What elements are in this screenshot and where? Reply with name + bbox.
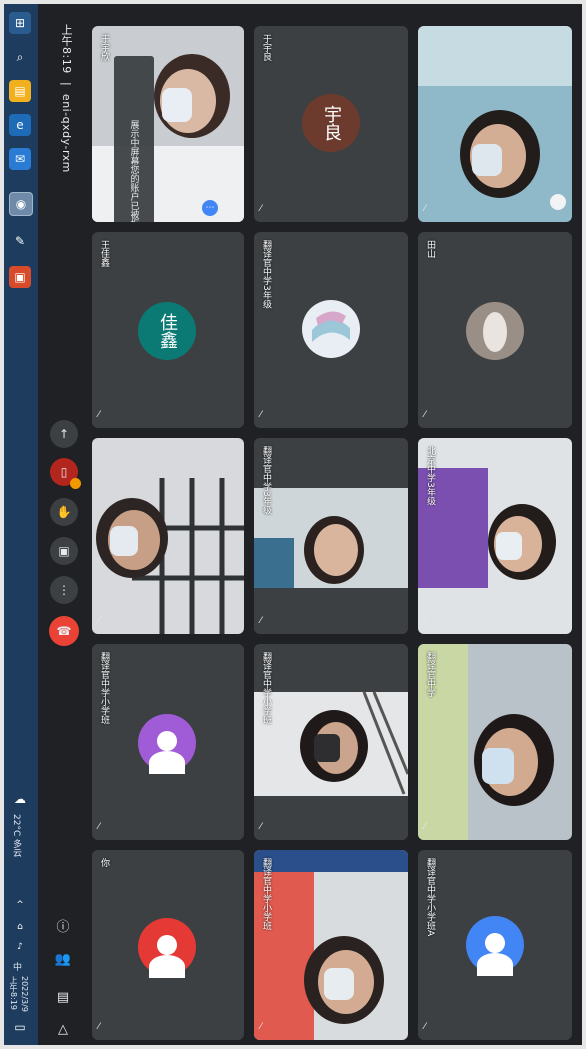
warning-badge <box>70 478 81 489</box>
weather-text[interactable]: 22°C 多云 <box>10 814 23 857</box>
participant-tile[interactable]: 翻译官中学 ⁄ <box>418 644 572 840</box>
mic-off-icon: ⁄ <box>98 1022 100 1032</box>
participant-video <box>254 438 408 634</box>
office-icon[interactable]: ▣ <box>9 266 31 288</box>
clock-date[interactable]: 2022/3/9 <box>20 976 29 1012</box>
participant-video <box>254 644 408 840</box>
participant-video <box>92 438 244 634</box>
hand-icon: ✋ <box>56 505 72 519</box>
tray-chevron-icon[interactable]: ^ <box>9 894 31 916</box>
mic-icon: ↑ <box>58 427 70 441</box>
meeting-time: 上午8:19 <box>60 24 73 74</box>
participant-avatar <box>466 916 524 977</box>
mic-off-icon: ⁄ <box>260 616 262 626</box>
leave-call-button[interactable]: ☎ <box>49 616 79 646</box>
mail-icon[interactable]: ✉ <box>9 148 31 170</box>
participant-video <box>418 644 572 840</box>
participant-avatar <box>138 714 196 775</box>
volume-icon[interactable]: ♪ <box>9 936 31 958</box>
meeting-code[interactable]: eni-qxdy-rxm <box>60 94 73 173</box>
participant-name: 翻译官中学小学班 <box>99 652 109 724</box>
participant-tile[interactable]: 翻译官中学3年级 ⁄ <box>254 438 408 634</box>
meeting-control-bar: 上午8:19 | eni-qxdy-rxm ↑ ▯ ✋ ▣ ⋮ ☎ ⓘ 👥 ▤ … <box>38 4 90 1045</box>
presentation-tooltip: 展示中屏幕您的账户已被拒绝 <box>114 56 154 222</box>
camera-toggle-button[interactable]: ▯ <box>50 458 81 489</box>
participant-avatar <box>138 918 196 979</box>
present-button[interactable]: ▣ <box>50 537 78 565</box>
edge-icon[interactable]: e <box>9 114 31 136</box>
participant-tile[interactable]: 翻译官中学小学班 ⁄ <box>254 644 408 840</box>
participant-name: 于宇欣 <box>99 34 109 61</box>
search-icon[interactable]: ⌕ <box>9 46 31 68</box>
participant-name: 翻译官中学 <box>425 652 435 697</box>
participant-tile[interactable]: 翻译官中学小学班A ⁄ <box>418 850 572 1040</box>
participant-name: 翻译官中学3年级 <box>261 240 271 309</box>
participant-name: 翻译官中学小学班 <box>261 858 271 930</box>
pin-icon[interactable]: ⋯ <box>92 200 218 216</box>
mic-off-icon: ⁄ <box>424 204 426 214</box>
meet-window: ⊞ ⌕ ▤ e ✉ ◉ ✎ ▣ ☁ 22°C 多云 ^ ⌂ ♪ 中 上午8:19… <box>4 4 582 1045</box>
participant-tile[interactable]: 翻译官中学小学班 ⁄ <box>92 644 244 840</box>
mic-off-icon: ⁄ <box>260 410 262 420</box>
weather-icon[interactable]: ☁ <box>9 788 31 810</box>
mic-off-icon: ⁄ <box>98 822 100 832</box>
meeting-info: 上午8:19 | eni-qxdy-rxm <box>58 24 74 173</box>
windows-taskbar: ⊞ ⌕ ▤ e ✉ ◉ ✎ ▣ ☁ 22°C 多云 ^ ⌂ ♪ 中 上午8:19… <box>4 4 38 1045</box>
participant-video <box>418 438 572 634</box>
mic-off-icon: ⁄ <box>260 822 262 832</box>
mic-toggle-button[interactable]: ↑ <box>50 420 78 448</box>
participant-video <box>254 850 408 1040</box>
participant-tile[interactable]: 田山 ⁄ <box>418 232 572 428</box>
pen-app-icon[interactable]: ✎ <box>9 230 31 252</box>
people-icon[interactable]: 👥 <box>52 948 74 970</box>
present-icon: ▣ <box>58 544 70 558</box>
participant-avatar <box>302 300 360 358</box>
participant-name: 翻译官中学小学班A <box>425 858 435 937</box>
more-icon: ⋮ <box>58 583 70 597</box>
participant-video <box>418 26 572 222</box>
activities-icon[interactable]: △ <box>52 1018 74 1040</box>
mic-off-icon: ⁄ <box>424 1022 426 1032</box>
participant-name: 翻译官中学小学班 <box>261 652 271 724</box>
mic-off-icon: ⁄ <box>98 410 100 420</box>
mic-off-icon: ⁄ <box>424 410 426 420</box>
participant-tile[interactable]: ⁄ <box>418 26 572 222</box>
mic-off-icon: ⁄ <box>98 616 100 626</box>
participant-tile[interactable]: ⁄ <box>92 438 244 634</box>
meeting-separator: | <box>60 81 73 86</box>
participant-tile[interactable]: 翻译官中学小学班 ⁄ <box>254 850 408 1040</box>
mic-off-icon: ⁄ <box>424 822 426 832</box>
notification-icon[interactable]: ▭ <box>9 1016 31 1038</box>
participant-avatar: 佳鑫 <box>138 302 196 360</box>
mic-off-icon: ⁄ <box>260 1022 262 1032</box>
participant-avatar: 宇良 <box>302 94 360 152</box>
chrome-icon[interactable]: ◉ <box>9 192 33 216</box>
participant-avatar <box>466 302 524 360</box>
participant-tile[interactable]: 北京中学3年级 ⁄ <box>418 438 572 634</box>
participant-name: 王佳鑫 <box>99 240 109 267</box>
mic-off-icon: ⁄ <box>424 616 426 626</box>
raise-hand-button[interactable]: ✋ <box>50 498 78 526</box>
clock-time[interactable]: 上午8:19 <box>8 976 19 1010</box>
network-icon[interactable]: ⌂ <box>9 916 31 938</box>
windows-start-icon[interactable]: ⊞ <box>9 12 31 34</box>
participant-name: 你 <box>99 858 109 867</box>
chat-icon[interactable]: ▤ <box>52 986 74 1008</box>
more-options-button[interactable]: ⋮ <box>50 576 78 604</box>
participant-name: 田山 <box>425 240 435 258</box>
participant-tile-pinned[interactable]: 于宇欣 展示中屏幕您的账户已被拒绝 ⋯ <box>92 26 244 222</box>
mic-off-icon: ⁄ <box>260 204 262 214</box>
participant-tile[interactable]: 翻译官中学3年级 ⁄ <box>254 232 408 428</box>
participant-name: 翻译官中学3年级 <box>261 446 271 515</box>
info-icon[interactable]: ⓘ <box>52 914 74 936</box>
participant-tile[interactable]: 宇良 于宇良 ⁄ <box>254 26 408 222</box>
input-method[interactable]: 中 <box>10 962 23 971</box>
participant-name: 于宇良 <box>261 34 271 61</box>
participant-tile-self[interactable]: 你 ⁄ <box>92 850 244 1040</box>
phone-hang-up-icon: ☎ <box>56 624 72 638</box>
participant-tile[interactable]: 佳鑫 王佳鑫 ⁄ <box>92 232 244 428</box>
camera-icon: ▯ <box>60 465 68 479</box>
file-explorer-icon[interactable]: ▤ <box>9 80 31 102</box>
participant-name: 北京中学3年级 <box>425 446 435 506</box>
